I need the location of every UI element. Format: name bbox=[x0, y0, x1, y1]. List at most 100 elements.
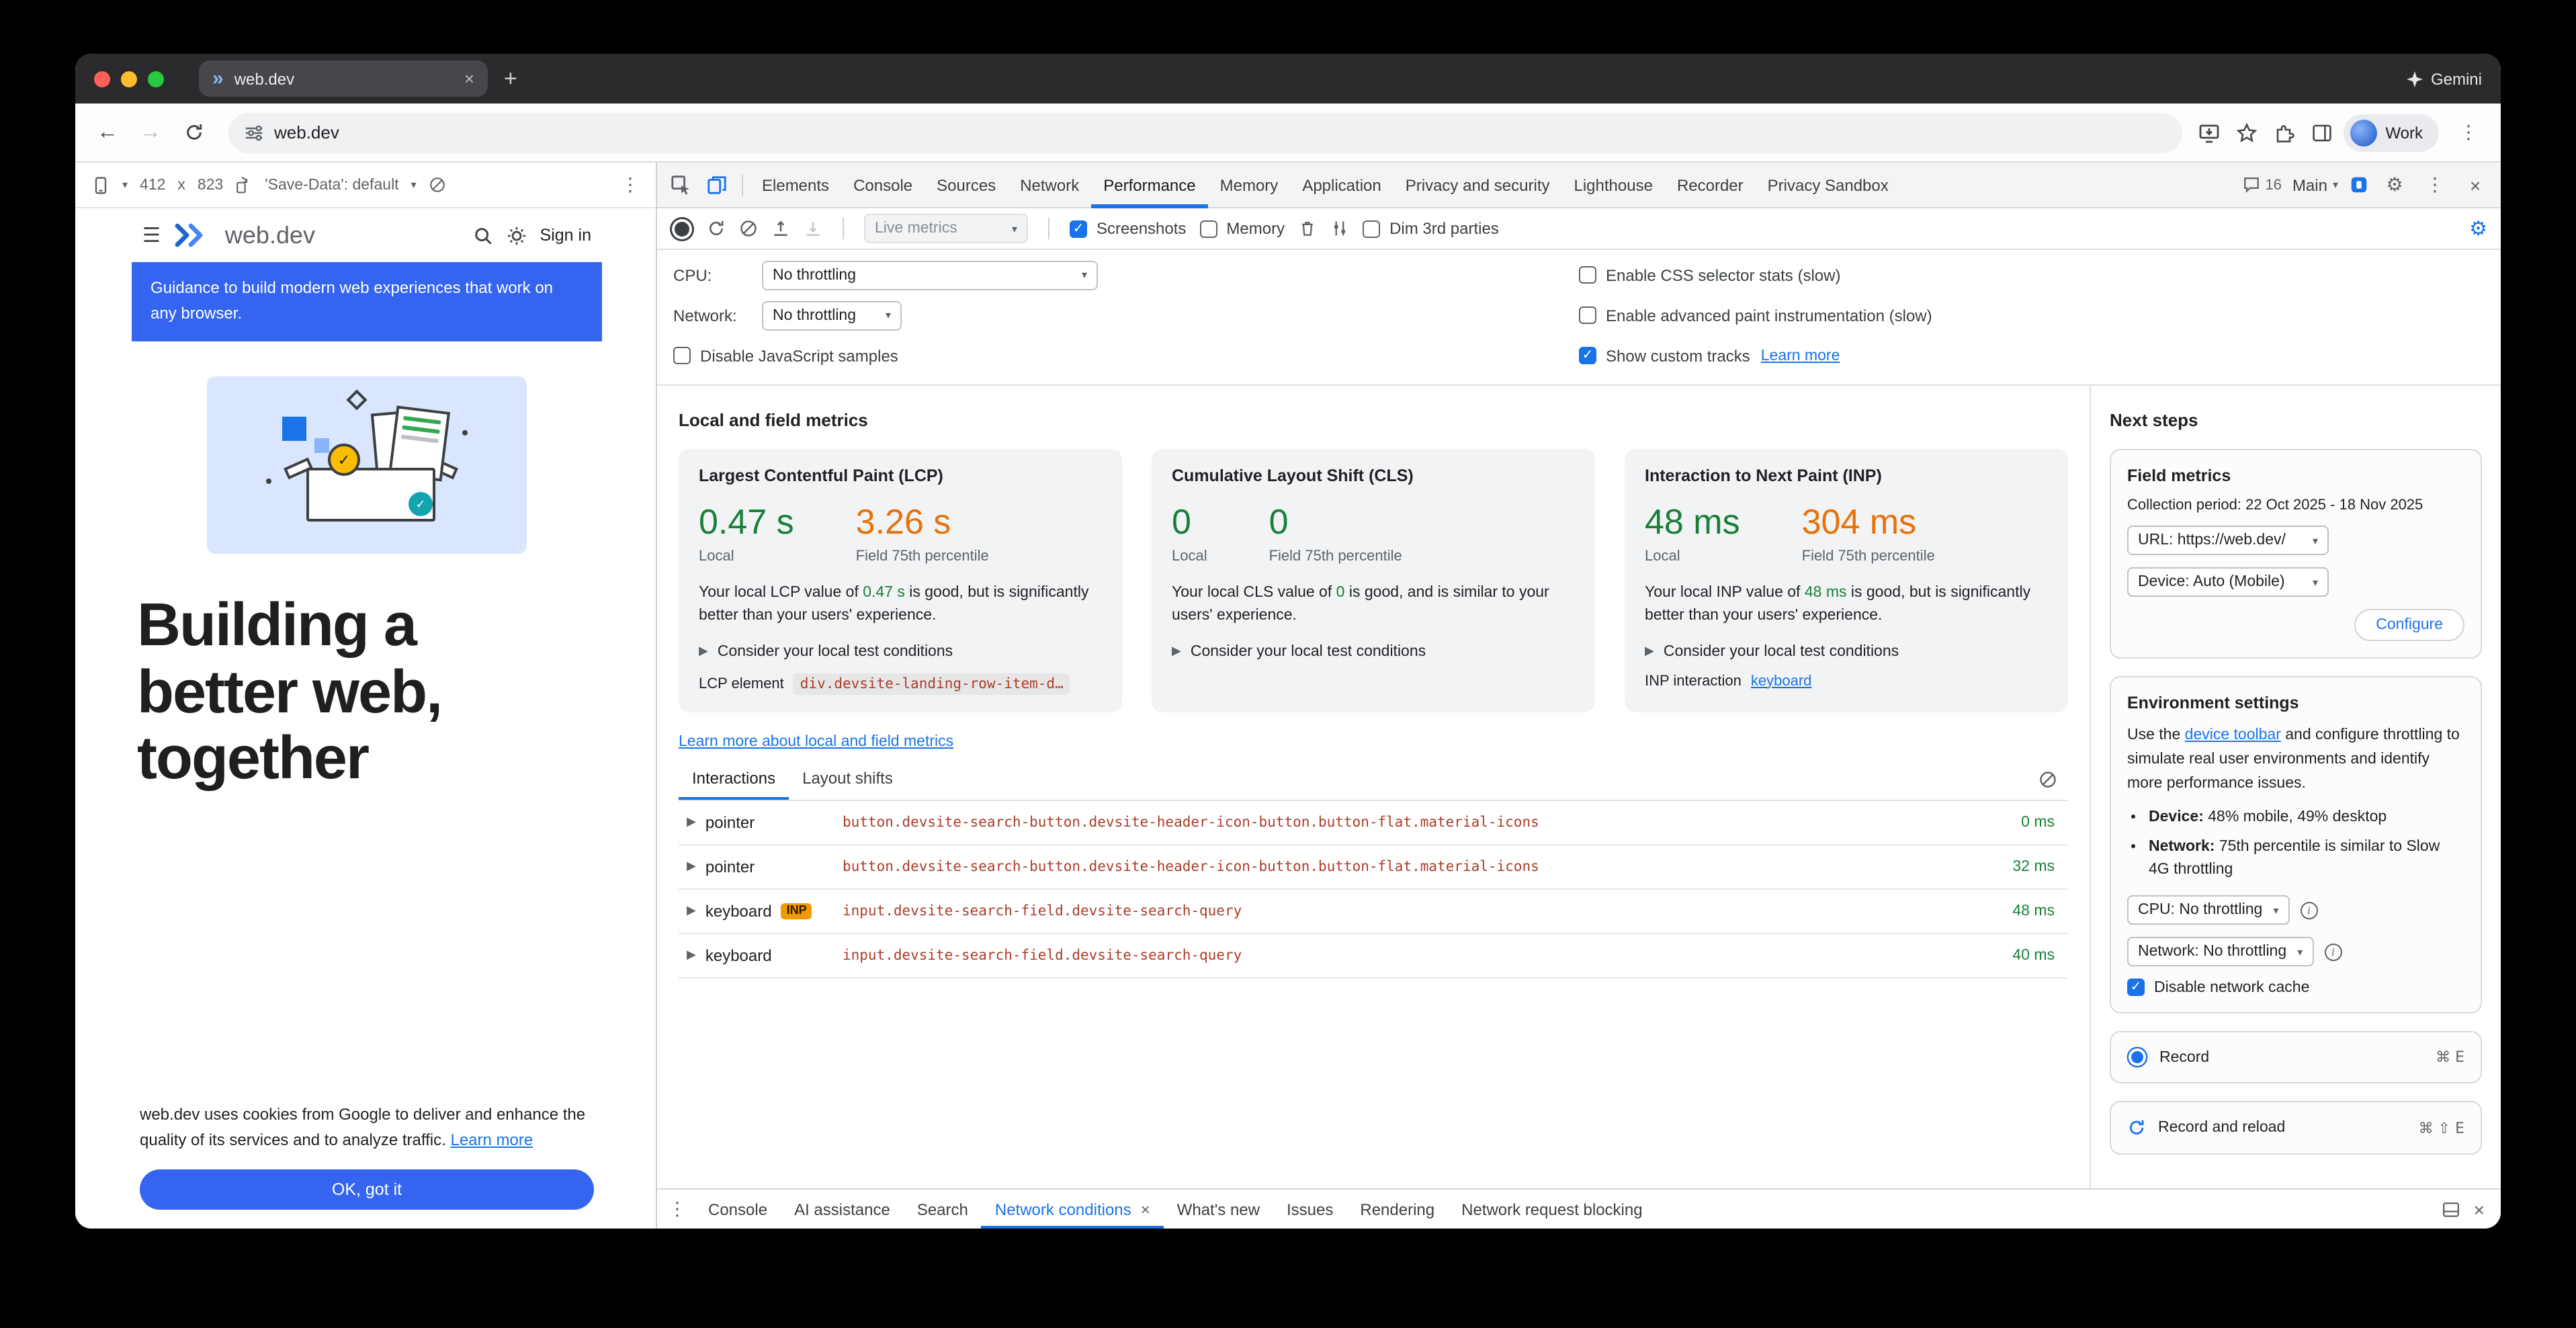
maximize-window-button[interactable] bbox=[148, 71, 164, 87]
clear-icon[interactable] bbox=[739, 219, 758, 238]
clear-log-icon[interactable] bbox=[2038, 770, 2057, 789]
device-toolbar-link[interactable]: device toolbar bbox=[2185, 727, 2281, 743]
devtools-tab-console[interactable]: Console bbox=[841, 162, 925, 208]
bookmark-star-icon[interactable] bbox=[2236, 122, 2258, 143]
dim-third-parties-checkbox[interactable]: Dim 3rd parties bbox=[1363, 219, 1499, 238]
cpu-throttling-select[interactable]: No throttling▾ bbox=[762, 260, 1098, 290]
save-profile-icon[interactable] bbox=[804, 219, 822, 238]
address-bar[interactable]: web.dev bbox=[228, 112, 2182, 153]
inp-interaction-link[interactable]: keyboard bbox=[1751, 673, 1812, 689]
interaction-row[interactable]: ▶ pointer button.devsite-search-button.d… bbox=[679, 800, 2068, 845]
drawer-tab-issues[interactable]: Issues bbox=[1273, 1189, 1346, 1229]
viewport-height[interactable]: 823 bbox=[198, 177, 223, 193]
devtools-settings-icon[interactable]: ⚙ bbox=[2380, 173, 2409, 196]
gemini-button[interactable]: Gemini bbox=[2407, 69, 2482, 88]
custom-tracks-checkbox[interactable]: Show custom tracks bbox=[1579, 346, 1750, 365]
webdev-wordmark[interactable]: web.dev bbox=[225, 221, 315, 249]
inspect-element-button[interactable] bbox=[662, 167, 699, 203]
devtools-tab-sources[interactable]: Sources bbox=[925, 162, 1008, 208]
devtools-menu-icon[interactable]: ⋮ bbox=[2420, 173, 2450, 196]
network-info-icon[interactable]: i bbox=[2324, 943, 2342, 960]
record-icon[interactable] bbox=[675, 221, 689, 236]
devtools-tab-network[interactable]: Network bbox=[1008, 162, 1091, 208]
record-and-reload-icon[interactable] bbox=[707, 219, 726, 238]
css-selector-stats-checkbox-box[interactable] bbox=[1579, 266, 1596, 284]
interaction-row[interactable]: ▶ keyboard input.devsite-search-field.de… bbox=[679, 933, 2068, 978]
cookie-accept-button[interactable]: OK, got it bbox=[140, 1169, 594, 1210]
devtools-tab-privacy-sandbox[interactable]: Privacy Sandbox bbox=[1756, 162, 1901, 208]
theme-toggle-icon[interactable] bbox=[507, 225, 527, 245]
install-icon[interactable] bbox=[2198, 122, 2220, 143]
close-window-button[interactable] bbox=[94, 71, 110, 87]
filter-settings-icon[interactable] bbox=[1330, 219, 1349, 238]
drawer-tab-ai-assistance[interactable]: AI assistance bbox=[781, 1189, 904, 1229]
sign-in-button[interactable]: Sign in bbox=[540, 226, 591, 245]
custom-tracks-checkbox-box[interactable] bbox=[1579, 347, 1596, 364]
device-preset-caret-icon[interactable]: ▾ bbox=[122, 179, 128, 191]
drawer-tab-search[interactable]: Search bbox=[904, 1189, 982, 1229]
load-profile-icon[interactable] bbox=[771, 219, 790, 238]
device-toolbar-toggle-button[interactable] bbox=[699, 167, 735, 203]
devtools-tab-elements[interactable]: Elements bbox=[750, 162, 841, 208]
tab-close-icon[interactable]: × bbox=[464, 69, 474, 89]
drawer-tab-network-conditions[interactable]: Network conditions × bbox=[982, 1189, 1164, 1229]
drawer-menu-icon[interactable]: ⋮ bbox=[668, 1198, 687, 1220]
reload-button[interactable] bbox=[175, 114, 212, 151]
paint-instrumentation-checkbox[interactable]: Enable advanced paint instrumentation (s… bbox=[1579, 306, 1932, 325]
screenshots-checkbox-box[interactable] bbox=[1070, 220, 1087, 237]
save-data-dropdown[interactable]: 'Save-Data': default bbox=[265, 177, 398, 193]
webdev-logo-icon[interactable] bbox=[174, 223, 209, 247]
menu-icon[interactable]: ☰ bbox=[142, 223, 161, 247]
tab-interactions[interactable]: Interactions bbox=[679, 760, 789, 799]
devtools-tab-privacy-security[interactable]: Privacy and security bbox=[1393, 162, 1562, 208]
expand-row-icon[interactable]: ▶ bbox=[687, 815, 696, 829]
forward-button[interactable]: → bbox=[132, 114, 169, 151]
device-preset-icon[interactable] bbox=[91, 175, 110, 194]
metrics-learn-more-link[interactable]: Learn more about local and field metrics bbox=[679, 733, 953, 749]
env-cpu-select[interactable]: CPU: No throttling▾ bbox=[2127, 895, 2289, 925]
css-selector-stats-checkbox[interactable]: Enable CSS selector stats (slow) bbox=[1579, 265, 1840, 284]
minimize-window-button[interactable] bbox=[121, 71, 137, 87]
dock-side-icon[interactable] bbox=[2442, 1200, 2460, 1218]
browser-tab[interactable]: » web.dev × bbox=[199, 60, 488, 97]
interaction-target[interactable]: input.devsite-search-field.devsite-searc… bbox=[843, 947, 1971, 963]
profile-button[interactable]: Work bbox=[2344, 114, 2439, 151]
network-throttling-select[interactable]: No throttling▾ bbox=[762, 300, 902, 330]
throttling-icon[interactable] bbox=[429, 176, 446, 194]
devtools-tab-lighthouse[interactable]: Lighthouse bbox=[1562, 162, 1665, 208]
inp-test-conditions-disclosure[interactable]: ▶ Consider your local test conditions bbox=[1645, 643, 2048, 659]
drawer-close-icon[interactable]: × bbox=[2474, 1198, 2485, 1220]
promo-banner[interactable]: Guidance to build modern web experiences… bbox=[132, 262, 602, 341]
cookie-learn-more-link[interactable]: Learn more bbox=[450, 1130, 533, 1149]
record-and-reload-button[interactable]: Record and reload ⌘ ⇧ E bbox=[2110, 1101, 2482, 1155]
device-mode-indicator-icon[interactable] bbox=[2349, 175, 2369, 195]
drawer-tab-network-request-blocking[interactable]: Network request blocking bbox=[1448, 1189, 1656, 1229]
interaction-target[interactable]: button.devsite-search-button.devsite-hea… bbox=[843, 814, 1971, 830]
interaction-target[interactable]: input.devsite-search-field.devsite-searc… bbox=[843, 903, 1971, 919]
interaction-row[interactable]: ▶ keyboard INP input.devsite-search-fiel… bbox=[679, 889, 2068, 933]
record-button[interactable]: Record ⌘ E bbox=[2110, 1031, 2482, 1083]
interaction-target[interactable]: button.devsite-search-button.devsite-hea… bbox=[843, 858, 1971, 874]
expand-row-icon[interactable]: ▶ bbox=[687, 859, 696, 874]
configure-button[interactable]: Configure bbox=[2354, 609, 2464, 641]
rotate-viewport-icon[interactable] bbox=[235, 176, 253, 194]
new-tab-button[interactable]: + bbox=[504, 65, 517, 92]
save-data-caret-icon[interactable]: ▾ bbox=[411, 179, 417, 191]
device-toolbar-menu-icon[interactable]: ⋮ bbox=[621, 173, 640, 196]
env-network-select[interactable]: Network: No throttling▾ bbox=[2127, 937, 2313, 966]
devtools-tab-application[interactable]: Application bbox=[1290, 162, 1393, 208]
lcp-element-chip[interactable]: div.devsite-landing-row-item-d… bbox=[793, 673, 1070, 694]
drawer-tab-rendering[interactable]: Rendering bbox=[1346, 1189, 1448, 1229]
disable-js-samples-checkbox-box[interactable] bbox=[673, 347, 691, 364]
devtools-tab-memory[interactable]: Memory bbox=[1208, 162, 1291, 208]
search-icon[interactable] bbox=[473, 225, 493, 245]
tab-layout-shifts[interactable]: Layout shifts bbox=[789, 760, 906, 799]
drawer-tab-whats-new[interactable]: What's new bbox=[1164, 1189, 1273, 1229]
interaction-row[interactable]: ▶ pointer button.devsite-search-button.d… bbox=[679, 845, 2068, 889]
field-device-select[interactable]: Device: Auto (Mobile)▾ bbox=[2127, 567, 2329, 597]
disable-network-cache-checkbox[interactable]: Disable network cache bbox=[2127, 979, 2464, 996]
expand-row-icon[interactable]: ▶ bbox=[687, 948, 696, 962]
drawer-tab-close-icon[interactable]: × bbox=[1141, 1200, 1150, 1218]
screenshots-checkbox[interactable]: Screenshots bbox=[1070, 219, 1186, 238]
lcp-test-conditions-disclosure[interactable]: ▶ Consider your local test conditions bbox=[699, 643, 1102, 659]
